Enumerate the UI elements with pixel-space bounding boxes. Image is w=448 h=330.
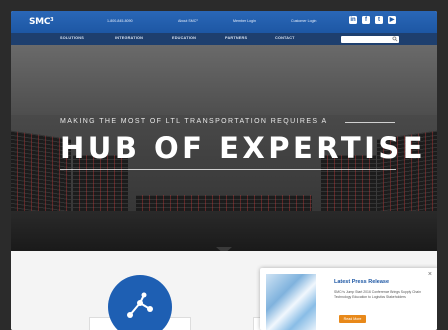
network-nodes-icon (127, 292, 153, 318)
device-frame: SMC3 1-800-845-8090 About SMC³ Member Lo… (0, 0, 448, 330)
main-navigation: SOLUTIONS INTEGRATION EDUCATION PARTNERS… (11, 33, 437, 45)
nav-contact[interactable]: CONTACT (275, 36, 295, 40)
search-icon[interactable] (392, 36, 398, 42)
linkedin-icon[interactable]: in (349, 16, 357, 24)
logo-text: SMC (29, 17, 51, 27)
datacenter-floor (11, 211, 437, 251)
search-input[interactable] (341, 35, 399, 43)
website-screen: SMC3 1-800-845-8090 About SMC³ Member Lo… (11, 11, 437, 330)
customer-login-link[interactable]: Customer Login (291, 19, 316, 23)
smc3-logo[interactable]: SMC3 (29, 17, 54, 27)
datacenter-ceiling (11, 45, 437, 115)
youtube-icon[interactable]: ▶ (388, 16, 396, 24)
member-login-link[interactable]: Member Login (233, 19, 256, 23)
press-body: SMC³'s Jump Start 2016 Conference Brings… (334, 290, 421, 299)
fiber-optic-thumbnail (266, 274, 316, 330)
hero-subtitle-rule (345, 122, 395, 123)
press-title: Latest Press Release (334, 279, 390, 285)
twitter-icon[interactable]: t (375, 16, 383, 24)
nav-partners[interactable]: PARTNERS (225, 36, 247, 40)
phone-link[interactable]: 1-800-845-8090 (107, 19, 133, 23)
top-utility-bar: SMC3 1-800-845-8090 About SMC³ Member Lo… (11, 11, 437, 33)
hero-title-rule (60, 169, 396, 170)
facebook-icon[interactable]: f (362, 16, 370, 24)
about-link[interactable]: About SMC³ (178, 19, 198, 23)
logo-superscript: 3 (50, 17, 54, 23)
hero-banner: MAKING THE MOST OF LTL TRANSPORTATION RE… (11, 45, 437, 251)
nav-education[interactable]: EDUCATION (172, 36, 196, 40)
network-feature-badge[interactable] (108, 275, 172, 330)
hero-title: HUB OF EXPERTISE (60, 131, 427, 165)
nav-integration[interactable]: INTEGRATION (115, 36, 143, 40)
close-icon[interactable]: × (428, 271, 432, 278)
press-release-popup: Latest Press Release SMC³'s Jump Start 2… (260, 268, 437, 330)
read-more-button[interactable]: Read More (339, 315, 366, 323)
hero-subtitle: MAKING THE MOST OF LTL TRANSPORTATION RE… (60, 118, 328, 125)
nav-solutions[interactable]: SOLUTIONS (60, 36, 84, 40)
